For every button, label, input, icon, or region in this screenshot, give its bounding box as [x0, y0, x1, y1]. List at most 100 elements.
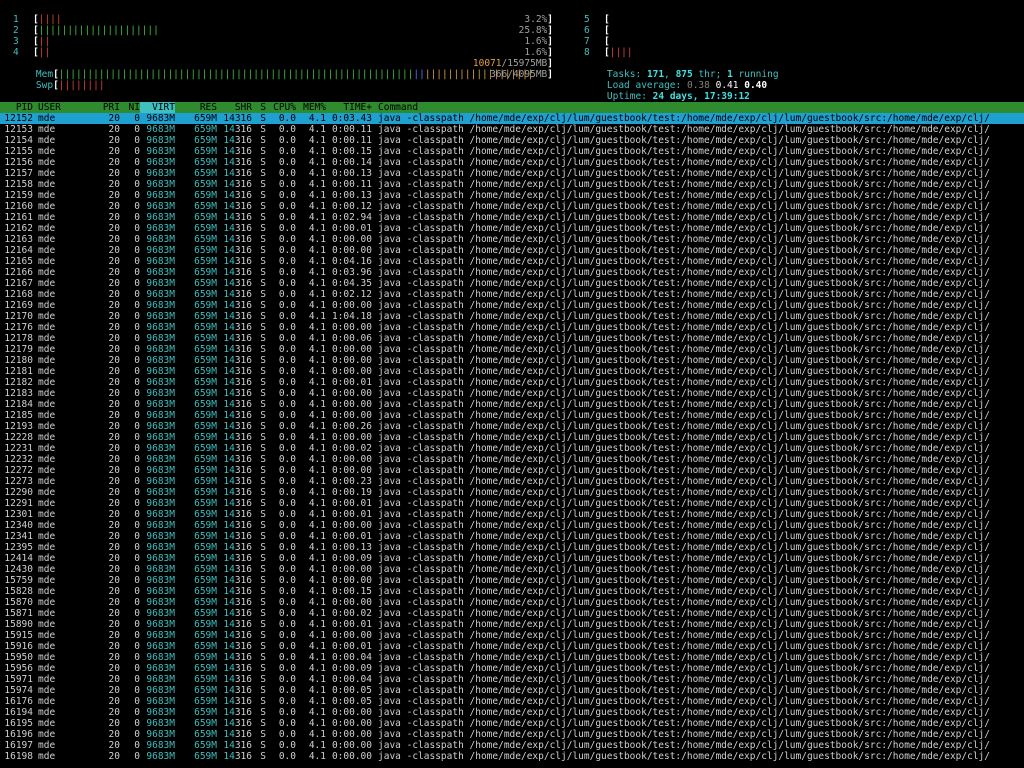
process-row[interactable]: 15828 mde 20 0 9683M 659M 14316 S 0.0 4.1 0:00.15 j… — [0, 586, 1024, 597]
col-mem[interactable]: MEM% — [296, 102, 326, 113]
process-row[interactable]: 12185 mde 20 0 9683M 659M 14316 S 0.0 4.1 0:00.00 j… — [0, 410, 1024, 421]
ni-cell: 0 — [134, 322, 140, 333]
res-cell: 659M — [194, 608, 217, 619]
process-row[interactable]: 15870 mde 20 0 9683M 659M 14316 S 0.0 4.1 0:00.00 j… — [0, 597, 1024, 608]
user-cell: mde — [38, 366, 56, 377]
process-row[interactable]: 12165 mde 20 0 9683M 659M 14316 S 0.0 4.1 0:04.16 j… — [0, 256, 1024, 267]
process-row[interactable]: 12169 mde 20 0 9683M 659M 14316 S 0.0 4.1 0:00.00 j… — [0, 300, 1024, 311]
process-row[interactable]: 12167 mde 20 0 9683M 659M 14316 S 0.0 4.1 0:04.35 j… — [0, 278, 1024, 289]
pid-cell: 12163 — [4, 234, 33, 245]
process-row[interactable]: 12153 mde 20 0 9683M 659M 14316 S 0.0 4.1 0:00.11 j… — [0, 124, 1024, 135]
state-cell: S — [260, 696, 266, 707]
state-cell: S — [260, 366, 266, 377]
process-row[interactable]: 16198 mde 20 0 9683M 659M 14316 S 0.0 4.1 0:00.00 j… — [0, 751, 1024, 762]
process-row[interactable]: 12414 mde 20 0 9683M 659M 14316 S 0.0 4.1 0:00.09 j… — [0, 553, 1024, 564]
process-row[interactable]: 15890 mde 20 0 9683M 659M 14316 S 0.0 4.1 0:00.01 j… — [0, 619, 1024, 630]
col-res[interactable]: RES — [175, 102, 217, 113]
process-row[interactable]: 12179 mde 20 0 9683M 659M 14316 S 0.0 4.1 0:00.00 j… — [0, 344, 1024, 355]
mem-cell: 4.1 — [308, 146, 326, 157]
res-cell: 659M — [194, 344, 217, 355]
process-row[interactable]: 12291 mde 20 0 9683M 659M 14316 S 0.0 4.1 0:00.01 j… — [0, 498, 1024, 509]
process-row[interactable]: 12273 mde 20 0 9683M 659M 14316 S 0.0 4.1 0:00.23 j… — [0, 476, 1024, 487]
ni-cell: 0 — [134, 355, 140, 366]
process-row[interactable]: 12341 mde 20 0 9683M 659M 14316 S 0.0 4.1 0:00.01 j… — [0, 531, 1024, 542]
pid-cell: 16195 — [4, 718, 33, 729]
process-row[interactable]: 15971 mde 20 0 9683M 659M 14316 S 0.0 4.1 0:00.04 j… — [0, 674, 1024, 685]
process-row[interactable]: 16194 mde 20 0 9683M 659M 14316 S 0.0 4.1 0:00.00 j… — [0, 707, 1024, 718]
process-row[interactable]: 12170 mde 20 0 9683M 659M 14316 S 0.0 4.1 1:04.18 j… — [0, 311, 1024, 322]
process-row[interactable]: 12228 mde 20 0 9683M 659M 14316 S 0.0 4.1 0:00.00 j… — [0, 432, 1024, 443]
process-row[interactable]: 12160 mde 20 0 9683M 659M 14316 S 0.0 4.1 0:00.12 j… — [0, 201, 1024, 212]
process-row[interactable]: 12157 mde 20 0 9683M 659M 14316 S 0.0 4.1 0:00.13 j… — [0, 168, 1024, 179]
process-row[interactable]: 16197 mde 20 0 9683M 659M 14316 S 0.0 4.1 0:00.00 j… — [0, 740, 1024, 751]
process-row[interactable]: 12159 mde 20 0 9683M 659M 14316 S 0.0 4.1 0:00.13 j… — [0, 190, 1024, 201]
process-row[interactable]: 12430 mde 20 0 9683M 659M 14316 S 0.0 4.1 0:00.00 j… — [0, 564, 1024, 575]
col-cpu[interactable]: CPU% — [266, 102, 296, 113]
virt-cell: 9683M — [146, 179, 175, 190]
time-cell: 0:00.09 — [331, 663, 372, 674]
col-state[interactable]: S — [252, 102, 266, 113]
process-row[interactable]: 12231 mde 20 0 9683M 659M 14316 S 0.0 4.1 0:00.02 j… — [0, 443, 1024, 454]
process-row[interactable]: 12395 mde 20 0 9683M 659M 14316 S 0.0 4.1 0:00.13 j… — [0, 542, 1024, 553]
process-row[interactable]: 12168 mde 20 0 9683M 659M 14316 S 0.0 4.1 0:02.12 j… — [0, 289, 1024, 300]
virt-cell: 9683M — [146, 619, 175, 630]
process-row[interactable]: 16176 mde 20 0 9683M 659M 14316 S 0.0 4.1 0:00.05 j… — [0, 696, 1024, 707]
ni-cell: 0 — [134, 729, 140, 740]
process-row[interactable]: 12193 mde 20 0 9683M 659M 14316 S 0.0 4.1 0:00.26 j… — [0, 421, 1024, 432]
process-row[interactable]: 12156 mde 20 0 9683M 659M 14316 S 0.0 4.1 0:00.14 j… — [0, 157, 1024, 168]
process-row[interactable]: 12162 mde 20 0 9683M 659M 14316 S 0.0 4.1 0:00.01 j… — [0, 223, 1024, 234]
process-row-selected[interactable]: 12152 mde 20 0 9683M 659M 14316 S 0.0 4.1 0:03.43 j… — [0, 113, 1024, 124]
process-row[interactable]: 16196 mde 20 0 9683M 659M 14316 S 0.0 4.1 0:00.00 j… — [0, 729, 1024, 740]
col-ni[interactable]: NI — [120, 102, 140, 113]
process-row[interactable]: 15915 mde 20 0 9683M 659M 14316 S 0.0 4.1 0:00.00 j… — [0, 630, 1024, 641]
process-row[interactable]: 12155 mde 20 0 9683M 659M 14316 S 0.0 4.1 0:00.15 j… — [0, 146, 1024, 157]
process-row[interactable]: 12164 mde 20 0 9683M 659M 14316 S 0.0 4.1 0:00.00 j… — [0, 245, 1024, 256]
process-row[interactable]: 12182 mde 20 0 9683M 659M 14316 S 0.0 4.1 0:00.01 j… — [0, 377, 1024, 388]
time-cell: 0:00.00 — [331, 454, 372, 465]
state-cell: S — [260, 333, 266, 344]
process-row[interactable]: 12176 mde 20 0 9683M 659M 14316 S 0.0 4.1 0:00.00 j… — [0, 322, 1024, 333]
time-cell: 0:00.01 — [331, 377, 372, 388]
process-row[interactable]: 12183 mde 20 0 9683M 659M 14316 S 0.0 4.1 0:00.00 j… — [0, 388, 1024, 399]
process-row[interactable]: 15871 mde 20 0 9683M 659M 14316 S 0.0 4.1 0:00.02 j… — [0, 608, 1024, 619]
process-row[interactable]: 12161 mde 20 0 9683M 659M 14316 S 0.0 4.1 0:02.94 j… — [0, 212, 1024, 223]
process-row[interactable]: 12340 mde 20 0 9683M 659M 14316 S 0.0 4.1 0:00.00 j… — [0, 520, 1024, 531]
col-virt[interactable]: VIRT — [140, 102, 175, 113]
command-cell: java -classpath /home/mde/exp/clj/lum/gu… — [378, 509, 990, 520]
process-row[interactable]: 12181 mde 20 0 9683M 659M 14316 S 0.0 4.1 0:00.00 j… — [0, 366, 1024, 377]
process-row[interactable]: 12166 mde 20 0 9683M 659M 14316 S 0.0 4.1 0:03.96 j… — [0, 267, 1024, 278]
process-row[interactable]: 15974 mde 20 0 9683M 659M 14316 S 0.0 4.1 0:00.05 j… — [0, 685, 1024, 696]
col-pri[interactable]: PRI — [100, 102, 120, 113]
process-row[interactable]: 16195 mde 20 0 9683M 659M 14316 S 0.0 4.1 0:00.00 j… — [0, 718, 1024, 729]
process-row[interactable]: 15916 mde 20 0 9683M 659M 14316 S 0.0 4.1 0:00.01 j… — [0, 641, 1024, 652]
process-row[interactable]: 15956 mde 20 0 9683M 659M 14316 S 0.0 4.1 0:00.09 j… — [0, 663, 1024, 674]
col-command[interactable]: Command — [372, 102, 418, 113]
col-pid[interactable]: PID — [0, 102, 33, 113]
pid-cell: 12165 — [4, 256, 33, 267]
process-row[interactable]: 12290 mde 20 0 9683M 659M 14316 S 0.0 4.1 0:00.19 j… — [0, 487, 1024, 498]
swap-bar: |||||||| — [58, 80, 105, 91]
process-row[interactable]: 12301 mde 20 0 9683M 659M 14316 S 0.0 4.1 0:00.01 j… — [0, 509, 1024, 520]
res-cell: 659M — [194, 355, 217, 366]
col-user[interactable]: USER — [33, 102, 100, 113]
process-row[interactable]: 15950 mde 20 0 9683M 659M 14316 S 0.0 4.1 0:00.04 j… — [0, 652, 1024, 663]
process-row[interactable]: 12232 mde 20 0 9683M 659M 14316 S 0.0 4.1 0:00.00 j… — [0, 454, 1024, 465]
process-row[interactable]: 12158 mde 20 0 9683M 659M 14316 S 0.0 4.1 0:00.11 j… — [0, 179, 1024, 190]
state-cell: S — [260, 256, 266, 267]
process-row[interactable]: 12154 mde 20 0 9683M 659M 14316 S 0.0 4.1 0:00.11 j… — [0, 135, 1024, 146]
cpu-label: 2 — [13, 25, 19, 36]
process-row[interactable]: 12180 mde 20 0 9683M 659M 14316 S 0.0 4.1 0:00.00 j… — [0, 355, 1024, 366]
load-average: Load average: 0.38 0.41 0.40 — [606, 80, 768, 91]
pri-cell: 20 — [108, 718, 120, 729]
col-time[interactable]: TIME+ — [326, 102, 372, 113]
pri-cell: 20 — [108, 685, 120, 696]
user-cell: mde — [38, 564, 56, 575]
ni-cell: 0 — [134, 366, 140, 377]
process-row[interactable]: 12272 mde 20 0 9683M 659M 14316 S 0.0 4.1 0:00.00 j… — [0, 465, 1024, 476]
col-shr[interactable]: SHR — [217, 102, 252, 113]
process-row[interactable]: 12184 mde 20 0 9683M 659M 14316 S 0.0 4.1 0:00.00 j… — [0, 399, 1024, 410]
process-row[interactable]: 12178 mde 20 0 9683M 659M 14316 S 0.0 4.1 0:00.06 j… — [0, 333, 1024, 344]
process-row[interactable]: 15759 mde 20 0 9683M 659M 14316 S 0.0 4.1 0:00.00 j… — [0, 575, 1024, 586]
process-row[interactable]: 12163 mde 20 0 9683M 659M 14316 S 0.0 4.1 0:00.00 j… — [0, 234, 1024, 245]
state-cell: S — [260, 388, 266, 399]
